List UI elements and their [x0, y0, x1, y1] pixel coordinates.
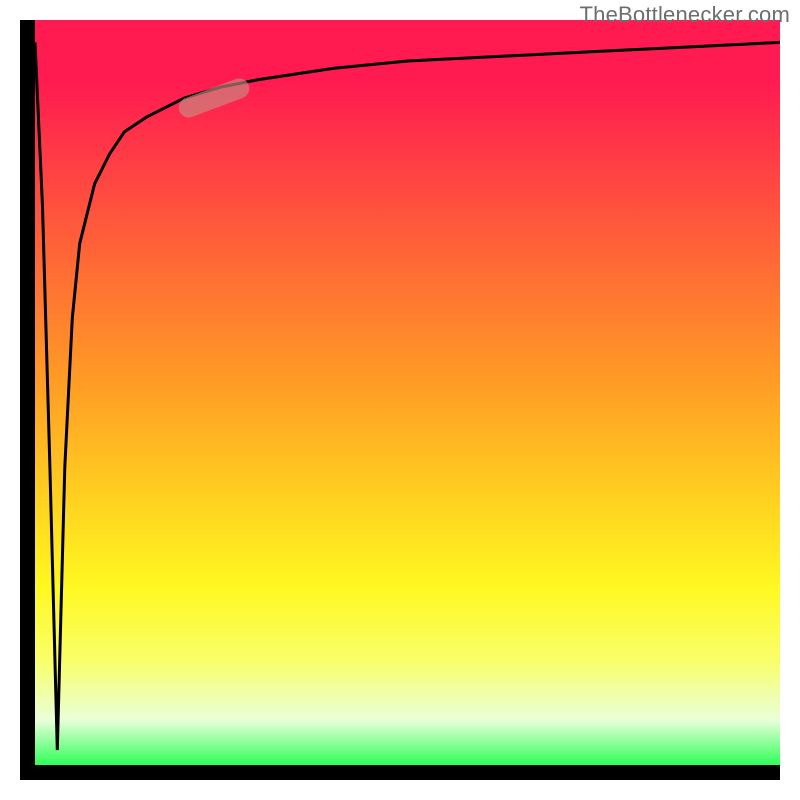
watermark-text: TheBottlenecker.com [580, 2, 790, 28]
bottleneck-curve [35, 20, 780, 765]
chart-frame: TheBottlenecker.com [0, 0, 800, 800]
x-axis [20, 765, 780, 780]
y-axis [20, 20, 35, 780]
